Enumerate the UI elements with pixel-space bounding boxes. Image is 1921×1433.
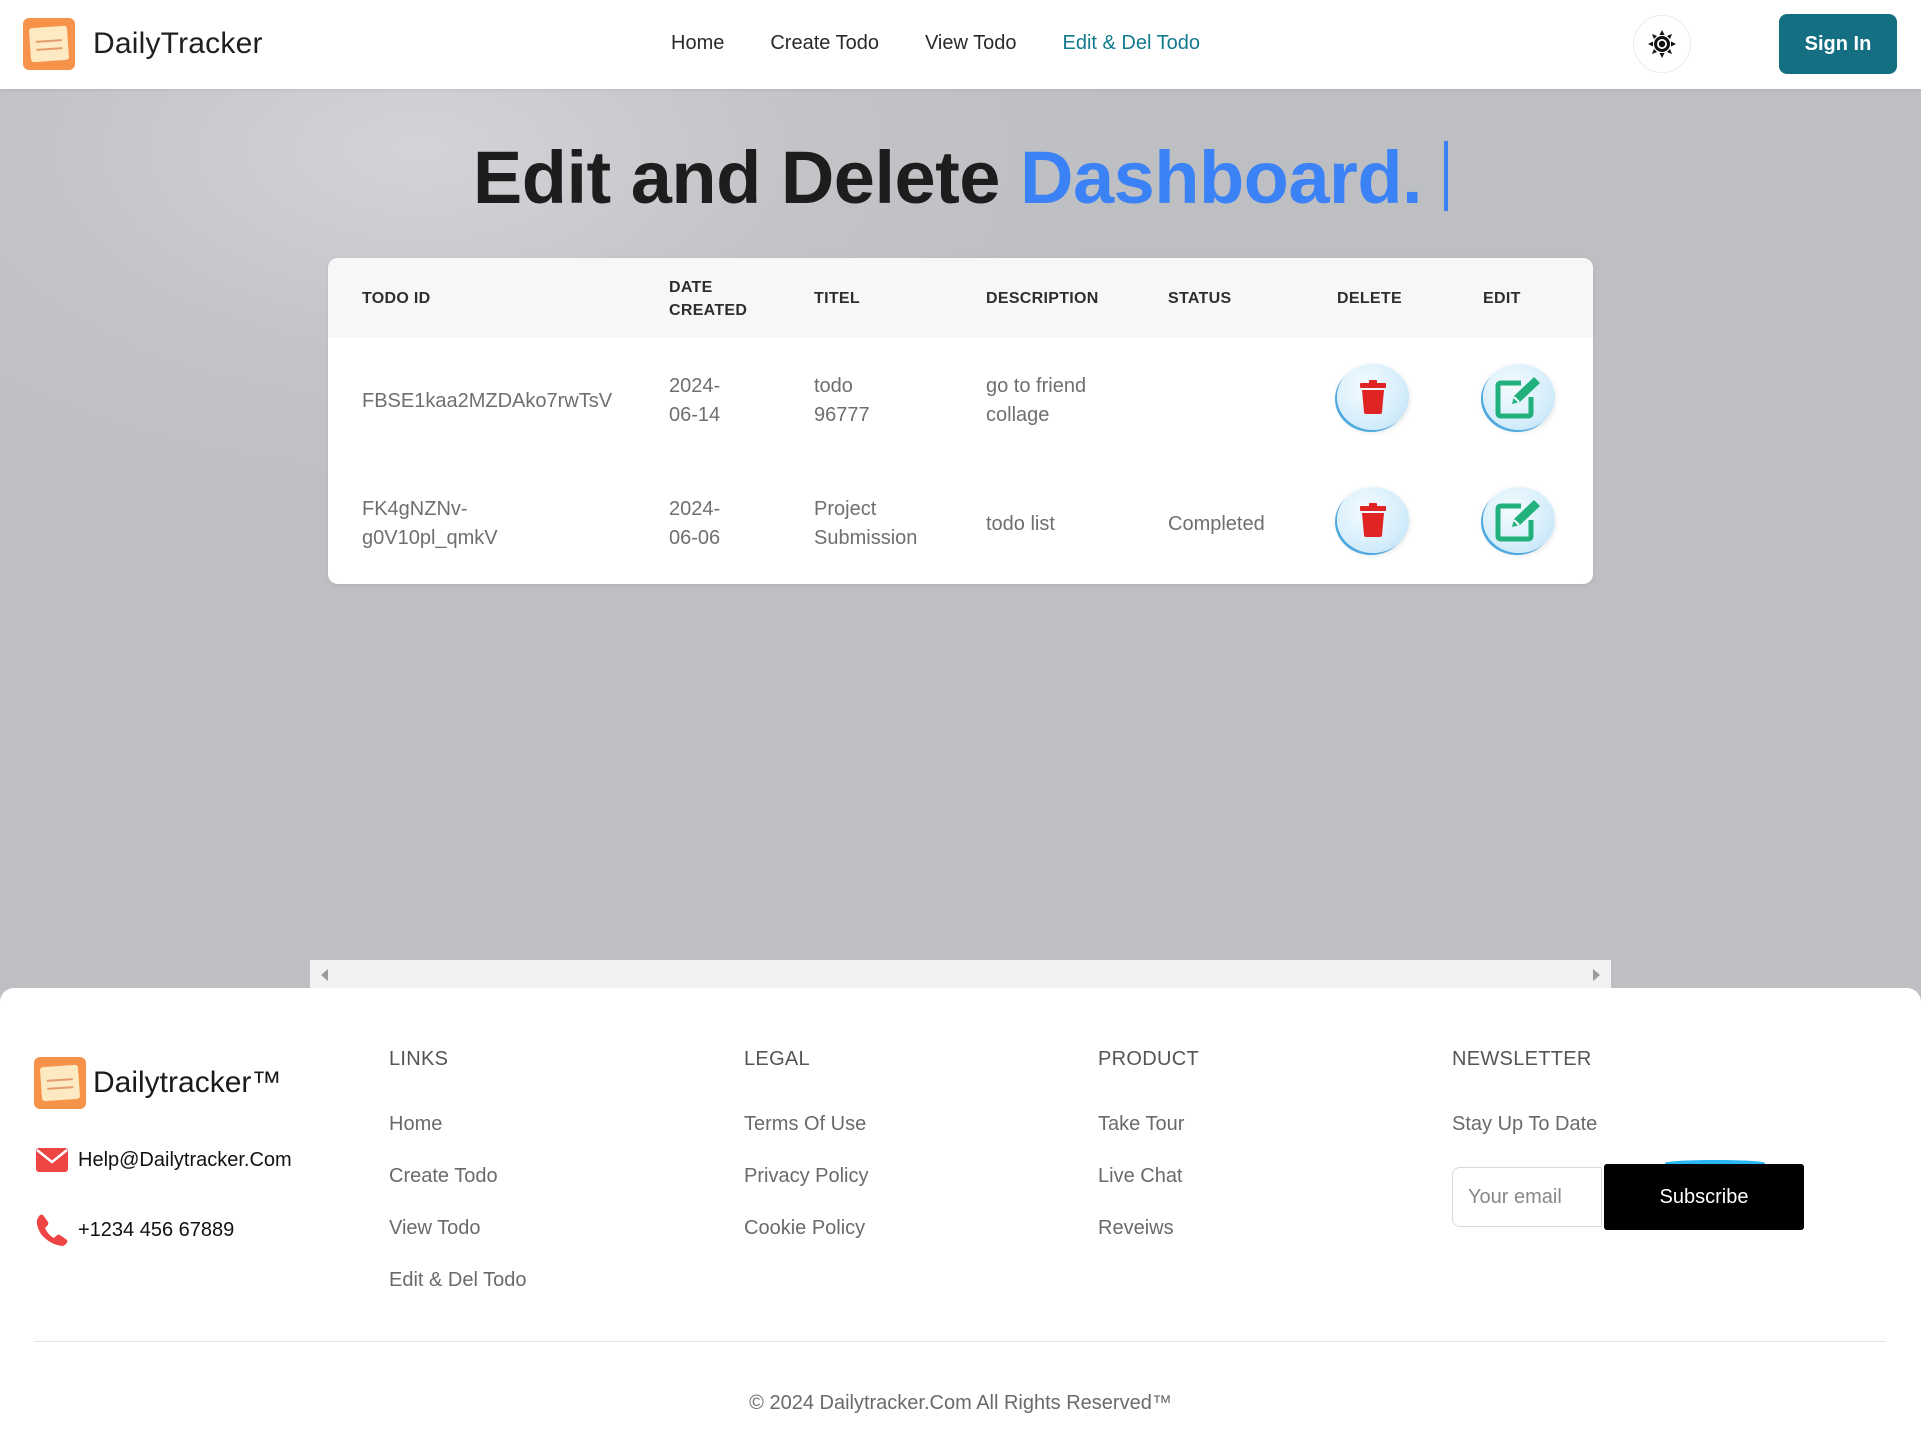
brand-name: DailyTracker: [93, 27, 263, 60]
footer-brand-name: Dailytracker™: [93, 1066, 282, 1099]
trash-icon: [1360, 503, 1386, 537]
cell-date-line1: 2024-: [669, 375, 721, 397]
cell-title: Project Submission: [814, 495, 917, 553]
subscribe-button[interactable]: Subscribe: [1604, 1164, 1804, 1230]
footer-phone-text: +1234 456 67889: [78, 1218, 235, 1241]
footer-link-cookie[interactable]: Cookie Policy: [744, 1217, 865, 1240]
cell-title-line1: Project: [814, 498, 877, 520]
delete-button[interactable]: [1337, 364, 1409, 430]
newsletter-email-input[interactable]: [1452, 1167, 1602, 1227]
header-delete: DELETE: [1337, 290, 1402, 307]
edit-button[interactable]: [1483, 487, 1555, 553]
nav-links: Home Create Todo View Todo Edit & Del To…: [671, 32, 1246, 55]
nav-link-edit-del-todo[interactable]: Edit & Del Todo: [1063, 32, 1201, 55]
footer-links-title: LINKS: [389, 1048, 449, 1070]
edit-icon: [1495, 500, 1540, 542]
footer-email[interactable]: Help@Dailytracker.Com: [36, 1148, 292, 1172]
footer-link-view-todo[interactable]: View Todo: [389, 1217, 481, 1240]
edit-button[interactable]: [1483, 364, 1555, 430]
nav-link-home[interactable]: Home: [671, 32, 724, 55]
header-title: TITEL: [814, 290, 860, 307]
delete-button[interactable]: [1337, 487, 1409, 553]
cell-description: todo list: [986, 510, 1055, 539]
footer-phone[interactable]: +1234 456 67889: [36, 1214, 234, 1246]
cell-desc-line1: todo list: [986, 513, 1055, 535]
header-status: STATUS: [1168, 290, 1232, 307]
cell-title-line2: Submission: [814, 527, 918, 549]
cell-title: todo 96777: [814, 372, 870, 430]
footer-link-privacy[interactable]: Privacy Policy: [744, 1165, 868, 1188]
phone-icon: [36, 1214, 68, 1246]
footer: Dailytracker™ Help@Dailytracker.Com +123…: [0, 988, 1921, 1433]
navbar: DailyTracker Home Create Todo View Todo …: [0, 0, 1921, 89]
footer-link-live-chat[interactable]: Live Chat: [1098, 1165, 1183, 1188]
header-date-line1: DATE: [669, 279, 713, 296]
theme-toggle-button[interactable]: [1633, 15, 1691, 73]
todo-table: TODO ID DATE CREATED TITEL DESCRIPTION S…: [328, 258, 1593, 584]
header-edit: EDIT: [1483, 290, 1521, 307]
page-title: Edit and Delete Dashboard.: [0, 135, 1921, 220]
footer-link-reviews[interactable]: Reveiws: [1098, 1217, 1174, 1240]
page-title-accent: Dashboard.: [1020, 136, 1423, 219]
cell-todo-id-line2: g0V10pl_qmkV: [362, 527, 498, 549]
cell-date: 2024- 06-06: [669, 495, 720, 553]
cell-todo-id: FBSE1kaa2MZDAko7rwTsV: [362, 387, 612, 416]
cell-date: 2024- 06-14: [669, 372, 720, 430]
footer-link-home[interactable]: Home: [389, 1113, 442, 1136]
page-title-main: Edit and Delete: [472, 136, 1021, 219]
footer-email-text: Help@Dailytracker.Com: [78, 1148, 292, 1171]
footer-link-edit-del-todo[interactable]: Edit & Del Todo: [389, 1269, 527, 1292]
scroll-right-icon[interactable]: [1593, 969, 1600, 981]
cell-date-line2: 06-06: [669, 527, 721, 549]
mail-icon: [36, 1148, 68, 1172]
cell-todo-id-line1: FK4gNZNv-: [362, 498, 468, 520]
sticky-note-logo-icon: [23, 18, 75, 70]
header-description: DESCRIPTION: [986, 290, 1099, 307]
newsletter-subtitle: Stay Up To Date: [1452, 1113, 1598, 1135]
nav-link-view-todo[interactable]: View Todo: [925, 32, 1017, 55]
cell-desc-line1: go to friend: [986, 375, 1087, 397]
trash-icon: [1360, 380, 1386, 414]
cell-title-line1: todo: [814, 375, 853, 397]
cell-status: Completed: [1168, 513, 1265, 535]
header-date-created: DATE CREATED: [669, 276, 747, 322]
cell-date-line2: 06-14: [669, 404, 721, 426]
edit-icon: [1495, 377, 1540, 419]
horizontal-scrollbar[interactable]: [310, 960, 1611, 988]
footer-newsletter-title: NEWSLETTER: [1452, 1048, 1592, 1070]
scroll-left-icon[interactable]: [321, 969, 328, 981]
footer-legal-title: LEGAL: [744, 1048, 810, 1070]
header-date-line2: CREATED: [669, 302, 748, 319]
cell-todo-id: FK4gNZNv- g0V10pl_qmkV: [362, 495, 498, 553]
footer-copyright: © 2024 Dailytracker.Com All Rights Reser…: [749, 1392, 1172, 1414]
cell-date-line1: 2024-: [669, 498, 721, 520]
footer-link-terms[interactable]: Terms Of Use: [744, 1113, 866, 1136]
brand[interactable]: DailyTracker: [23, 18, 263, 70]
cell-todo-id-line1: FBSE1kaa2MZDAko7rwTsV: [362, 390, 613, 412]
footer-link-take-tour[interactable]: Take Tour: [1098, 1113, 1184, 1136]
sticky-note-logo-icon: [34, 1057, 86, 1109]
cell-desc-line2: collage: [986, 404, 1050, 426]
header-todo-id: TODO ID: [362, 290, 431, 307]
nav-link-create-todo[interactable]: Create Todo: [770, 32, 879, 55]
typing-cursor: [1444, 141, 1449, 211]
footer-brand[interactable]: Dailytracker™: [34, 1057, 281, 1109]
footer-product-title: PRODUCT: [1098, 1048, 1199, 1070]
sign-in-button[interactable]: Sign In: [1779, 14, 1897, 74]
sun-icon: [1648, 30, 1676, 58]
cell-title-line2: 96777: [814, 404, 870, 426]
footer-link-create-todo[interactable]: Create Todo: [389, 1165, 498, 1188]
table-header-row: TODO ID DATE CREATED TITEL DESCRIPTION S…: [328, 258, 1593, 338]
cell-description: go to friend collage: [986, 372, 1086, 430]
footer-divider: [34, 1341, 1886, 1342]
